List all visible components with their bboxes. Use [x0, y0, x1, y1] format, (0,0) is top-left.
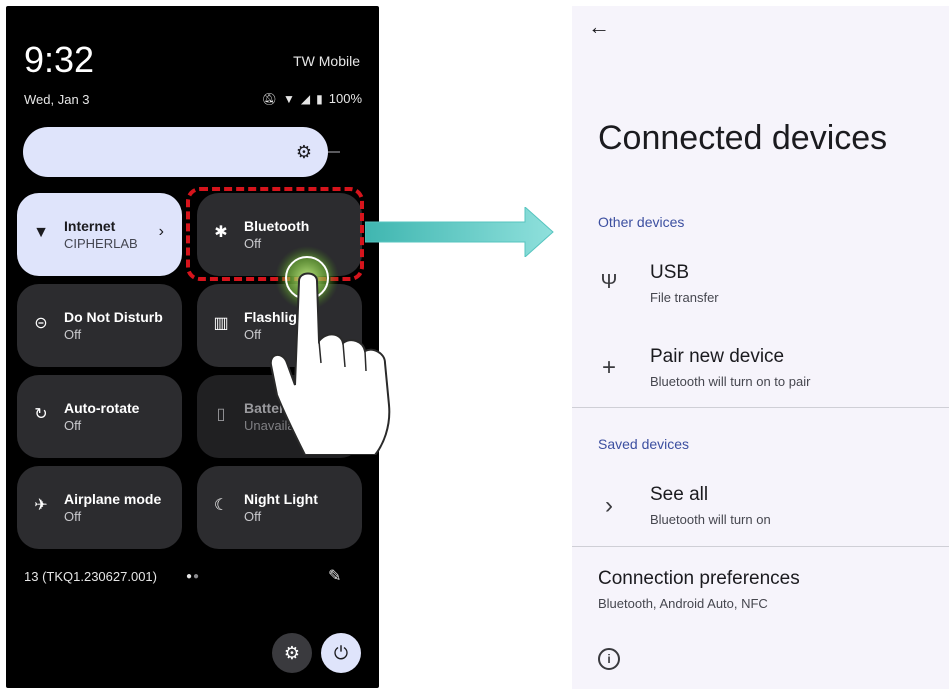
connected-devices-screen: ← Connected devices Other devices Ψ USB …	[572, 6, 949, 689]
tile-do-not-disturb[interactable]: ⊝ Do Not Disturb Off	[17, 284, 182, 367]
hand-pointer-icon	[269, 246, 391, 455]
tile-title: Auto-rotate	[64, 400, 140, 416]
section-saved-devices: Saved devices	[598, 436, 690, 452]
tile-title: Airplane mode	[64, 491, 162, 507]
auto-rotate-icon: ↻	[34, 406, 48, 423]
chevron-right-icon: ›	[605, 492, 613, 519]
do-not-disturb-icon: ⊝	[34, 315, 48, 332]
battery-saver-icon: ▯	[216, 406, 226, 423]
info-icon: i	[598, 648, 620, 670]
flashlight-icon: ▥	[213, 315, 229, 332]
row-title: Connection preferences	[598, 568, 800, 589]
row-title: Pair new device	[650, 346, 785, 367]
edit-icon[interactable]: ✎	[328, 566, 341, 586]
tile-auto-rotate[interactable]: ↻ Auto-rotate Off	[17, 375, 182, 458]
tile-subtitle: CIPHERLAB	[64, 236, 138, 251]
section-other-devices: Other devices	[598, 214, 685, 230]
brightness-track	[328, 151, 340, 153]
divider	[572, 407, 949, 408]
tile-night-light[interactable]: ☾ Night Light Off	[197, 466, 362, 549]
brightness-icon: ⚙	[295, 142, 313, 162]
tile-title: Do Not Disturb	[64, 309, 163, 325]
row-title: See all	[650, 484, 709, 505]
status-bar: 🔕︎ ▼ ◢ ▮ 100%	[262, 91, 362, 106]
power-icon: ⏻	[333, 643, 349, 663]
tile-airplane-mode[interactable]: ✈ Airplane mode Off	[17, 466, 182, 549]
row-title: USB	[650, 262, 690, 283]
night-light-icon: ☾	[213, 497, 229, 514]
page-title: Connected devices	[598, 119, 888, 157]
tile-subtitle: Off	[64, 509, 82, 524]
brightness-slider[interactable]: ⚙	[23, 127, 328, 177]
power-button[interactable]: ⏻	[321, 633, 361, 673]
battery-percent: 100%	[328, 91, 362, 106]
wifi-icon: ▼	[33, 224, 49, 241]
chevron-right-icon: ›	[158, 223, 164, 240]
divider	[572, 546, 949, 547]
usb-icon: Ψ	[600, 271, 618, 293]
gear-icon: ⚙	[283, 643, 301, 663]
tile-subtitle: Off	[64, 327, 82, 342]
clock: 9:32	[24, 39, 95, 80]
tile-internet[interactable]: ▼ Internet CIPHERLAB ›	[17, 193, 182, 276]
wifi-icon: ▼	[283, 91, 295, 106]
arrow-right-icon	[365, 207, 554, 257]
signal-icon: ◢	[300, 91, 311, 106]
settings-button[interactable]: ⚙	[272, 633, 312, 673]
plus-icon: +	[601, 354, 616, 381]
date: Wed, Jan 3	[24, 92, 90, 107]
tile-subtitle: Off	[244, 509, 262, 524]
page-indicator: ●●	[186, 571, 201, 582]
tile-subtitle: Off	[64, 418, 82, 433]
row-subtitle: File transfer	[650, 290, 719, 305]
mute-icon: 🔕︎	[261, 91, 278, 106]
row-subtitle: Bluetooth, Android Auto, NFC	[598, 596, 768, 611]
row-subtitle: Bluetooth will turn on	[650, 512, 771, 527]
airplane-icon: ✈	[34, 497, 48, 514]
back-arrow-icon[interactable]: ←	[588, 14, 610, 40]
tile-title: Night Light	[244, 491, 318, 507]
carrier-name: TW Mobile	[293, 53, 360, 69]
battery-icon: ▮	[316, 91, 323, 106]
row-subtitle: Bluetooth will turn on to pair	[650, 374, 811, 389]
tile-title: Internet	[64, 218, 116, 234]
build-number: 13 (TKQ1.230627.001)	[24, 569, 157, 584]
